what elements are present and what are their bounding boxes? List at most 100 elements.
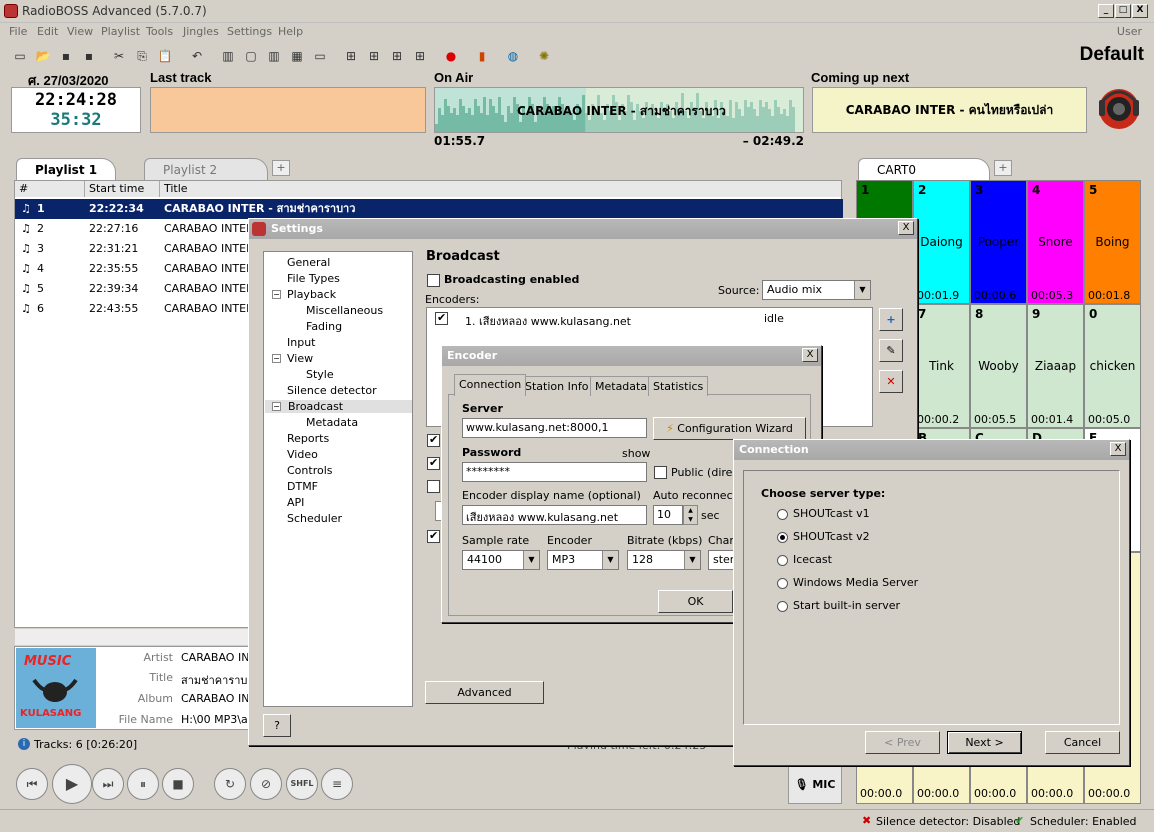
minimize-button[interactable]: _ [1098,4,1114,18]
menu-playlist[interactable]: Playlist [101,25,140,38]
col-title[interactable]: Title [160,181,841,197]
cart-slot-5[interactable]: 5 Boing 00:01.8 [1084,180,1141,304]
maximize-button[interactable]: □ [1115,4,1131,18]
menu-edit[interactable]: Edit [37,25,58,38]
settings-tree-scheduler[interactable]: Scheduler [287,512,342,525]
settings-tree-miscellaneous[interactable]: Miscellaneous [306,304,383,317]
shuffle-button[interactable]: SHFL [286,768,318,800]
prev-button[interactable]: < Prev [865,731,940,754]
silence-detector-status[interactable]: Silence detector: Disabled [876,815,1020,828]
save-icon[interactable]: ▪ [56,46,76,66]
connection-close-button[interactable]: X [1110,442,1126,456]
menu-tools[interactable]: Tools [146,25,173,38]
server-type-option-label[interactable]: SHOUTcast v2 [793,530,870,543]
paste-icon[interactable]: 📋 [155,46,175,66]
save-all-icon[interactable]: ▪ [79,46,99,66]
cart-slot-7[interactable]: 7 Tink 00:00.2 [913,304,970,428]
settings-tree-general[interactable]: General [287,256,330,269]
help-button[interactable]: ? [263,714,291,737]
stop-icon[interactable]: ■ [162,768,194,800]
disable-icon[interactable]: ⊘ [250,768,282,800]
next-icon[interactable]: ⏭ [92,768,124,800]
layout4-icon[interactable]: ▦ [287,46,307,66]
settings-tree-view[interactable]: View [287,352,313,365]
server-type-option-label[interactable]: Windows Media Server [793,576,918,589]
server-type-radio[interactable] [777,509,788,520]
encoder-close-button[interactable]: X [802,348,818,362]
col-num[interactable]: # [15,181,85,197]
cart-slot-8[interactable]: 8 Wooby 00:05.5 [970,304,1027,428]
server-type-radio[interactable] [777,555,788,566]
playlist-tool-icon[interactable]: ⊞ [364,46,384,66]
new-icon[interactable]: ▭ [10,46,30,66]
server-type-radio[interactable] [777,578,788,589]
layout1-icon[interactable]: ▥ [218,46,238,66]
encoder-enabled-checkbox[interactable] [435,311,448,325]
cart-slot-0[interactable]: 0 chicken 00:05.0 [1084,304,1141,428]
tab-playlist-1[interactable]: Playlist 1 [16,158,117,180]
settings-tree-file-types[interactable]: File Types [287,272,340,285]
playlist-mode-icon[interactable]: ≡ [321,768,353,800]
tab-metadata[interactable]: Metadata [590,376,653,396]
cancel-button[interactable]: Cancel [1045,731,1120,754]
menu-help[interactable]: Help [278,25,303,38]
tab-playlist-2[interactable]: Playlist 2 [144,158,268,180]
menu-view[interactable]: View [67,25,93,38]
server-type-radio[interactable] [777,601,788,612]
layout5-icon[interactable]: ▭ [310,46,330,66]
settings-tree-playback[interactable]: Playback [287,288,336,301]
server-type-option-label[interactable]: Icecast [793,553,832,566]
col-start-time[interactable]: Start time [85,181,160,197]
tab-connection[interactable]: Connection [454,374,527,396]
server-type-radio[interactable] [777,532,788,543]
mic-button[interactable]: 🎙 MIC [788,766,842,804]
settings-tree-video[interactable]: Video [287,448,318,461]
settings-tree-fading[interactable]: Fading [306,320,342,333]
scheduler-status[interactable]: Scheduler: Enabled [1030,815,1137,828]
tab-station-info[interactable]: Station Info [520,376,594,396]
settings-tree-broadcast[interactable]: Broadcast [265,400,412,413]
cart-slot-3[interactable]: 3 Pooper 00:00.6 [970,180,1027,304]
copy-icon[interactable]: ⎘ [132,46,152,66]
public-checkbox[interactable] [654,466,667,479]
undo-icon[interactable]: ↶ [187,46,207,66]
encoder-row[interactable]: 1. เสียงหลอง www.kulasang.net [465,312,631,330]
on-air-panel[interactable]: CARABAO INTER - สามช่าคาราบาว [434,87,804,133]
encoder-type-select[interactable]: MP3 ▼ [547,550,619,570]
broadcasting-enabled-checkbox[interactable] [427,274,440,287]
server-input[interactable]: www.kulasang.net:8000,1 [462,418,647,438]
settings-tree-metadata[interactable]: Metadata [306,416,358,429]
option-checkbox-1[interactable] [427,433,440,447]
playlist-row[interactable]: ♫ 1 22:22:34 CARABAO INTER - สามช่าคาราบาว [15,199,843,219]
globe-icon[interactable]: ◍ [503,46,523,66]
settings-tree-input[interactable]: Input [287,336,315,349]
remove-encoder-icon[interactable]: ✕ [879,370,903,393]
settings-tree-silence-detector[interactable]: Silence detector [287,384,377,397]
menu-settings[interactable]: Settings [227,25,272,38]
close-button[interactable]: X [1132,4,1148,18]
cart-slot-9[interactable]: 9 Ziaaap 00:01.4 [1027,304,1084,428]
settings-tree-reports[interactable]: Reports [287,432,329,445]
settings-tree-controls[interactable]: Controls [287,464,333,477]
layout3-icon[interactable]: ▥ [264,46,284,66]
bitrate-select[interactable]: 128 ▼ [627,550,701,570]
display-name-input[interactable]: เสียงหลอง www.kulasang.net [462,505,647,525]
menu-jingles[interactable]: Jingles [183,25,219,38]
auto-reconnect-input[interactable]: 10 [653,505,683,525]
show-password-link[interactable]: show [622,447,650,460]
auto-reconnect-spinner[interactable]: ▲ ▼ [683,505,698,525]
server-type-option-label[interactable]: SHOUTcast v1 [793,507,870,520]
tag-editor-icon[interactable]: ⊞ [410,46,430,66]
cart-slot-4[interactable]: 4 Snore 00:05.3 [1027,180,1084,304]
record-icon[interactable]: ● [441,46,461,66]
pause-icon[interactable]: ⏸ [127,768,159,800]
option-checkbox-2[interactable] [427,456,440,470]
server-type-option-label[interactable]: Start built-in server [793,599,900,612]
settings-tree-style[interactable]: Style [306,368,334,381]
settings-close-button[interactable]: X [898,221,914,235]
settings-gear-icon[interactable]: ✺ [534,46,554,66]
add-playlist-tab-icon[interactable]: + [272,160,290,176]
layout2-icon[interactable]: ▢ [241,46,261,66]
scheduler-tool-icon[interactable]: ⊞ [387,46,407,66]
option-checkbox-3[interactable] [427,480,440,493]
